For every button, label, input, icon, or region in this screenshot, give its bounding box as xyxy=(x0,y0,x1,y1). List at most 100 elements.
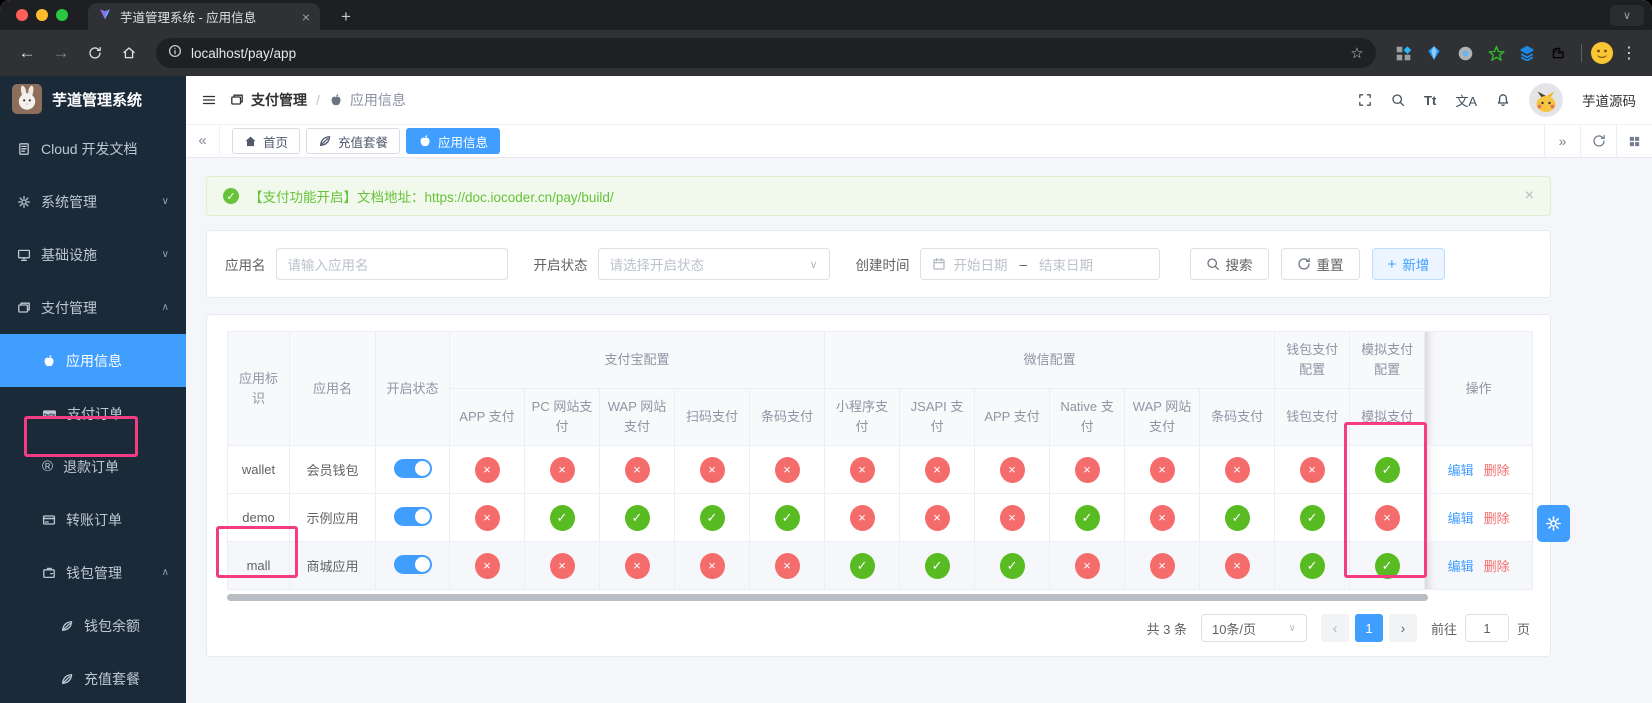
scrollbar-thumb[interactable] xyxy=(227,594,1428,601)
browser-menu-icon[interactable]: ⋮ xyxy=(1618,43,1640,63)
cell-pay-status: × xyxy=(975,446,1050,494)
sidebar-item-refund-order[interactable]: ®退款订单 xyxy=(0,440,186,493)
enabled-toggle[interactable] xyxy=(394,555,432,574)
back-icon[interactable]: ← xyxy=(12,38,42,68)
extension-grid-icon[interactable] xyxy=(1394,44,1412,62)
horizontal-scrollbar[interactable] xyxy=(227,593,1532,602)
extension-layers-icon[interactable] xyxy=(1518,44,1536,62)
status-enabled-icon: ✓ xyxy=(550,505,575,531)
zoom-window-button[interactable] xyxy=(56,9,68,21)
edit-link[interactable]: 编辑 xyxy=(1448,511,1474,526)
cell-pay-status: × xyxy=(600,446,675,494)
sidebar-item-wallet-mgmt[interactable]: 钱包管理∧ xyxy=(0,546,186,599)
sidebar-item-label: 充值套餐 xyxy=(84,669,140,689)
url-text[interactable]: localhost/pay/app xyxy=(191,46,1335,61)
tag-app-info[interactable]: 应用信息 xyxy=(406,128,500,154)
delete-link[interactable]: 删除 xyxy=(1484,559,1510,574)
bookmark-star-icon[interactable]: ☆ xyxy=(1344,44,1370,62)
extension-balloon-icon[interactable] xyxy=(1425,44,1443,62)
address-bar[interactable]: localhost/pay/app ☆ xyxy=(156,38,1376,68)
site-info-icon[interactable] xyxy=(168,44,182,63)
tag-home[interactable]: 首页 xyxy=(232,128,300,154)
close-window-button[interactable] xyxy=(16,9,28,21)
status-select[interactable]: 请选择开启状态 ∨ xyxy=(598,248,830,280)
translate-icon[interactable]: 文A xyxy=(1455,91,1477,110)
tab-search-button[interactable]: ∨ xyxy=(1610,5,1644,26)
tag-recharge-package[interactable]: 充值套餐 xyxy=(306,128,400,154)
app-name-input[interactable]: 请输入应用名 xyxy=(276,248,508,280)
browser-tab[interactable]: 芋道管理系统 - 应用信息 × xyxy=(88,3,320,30)
user-avatar[interactable] xyxy=(1529,83,1563,117)
sidebar-item-label: 钱包管理 xyxy=(66,563,122,583)
delete-link[interactable]: 删除 xyxy=(1484,511,1510,526)
refresh-icon xyxy=(1297,257,1311,271)
page-buttons: ‹ 1 › xyxy=(1321,614,1417,642)
enabled-toggle[interactable] xyxy=(394,507,432,526)
cell-pay-status: ✓ xyxy=(1275,494,1350,542)
search-icon[interactable] xyxy=(1391,93,1405,107)
minimize-window-button[interactable] xyxy=(36,9,48,21)
leaf-icon xyxy=(318,134,332,148)
extension-star-icon[interactable] xyxy=(1487,44,1505,62)
delete-link[interactable]: 删除 xyxy=(1484,463,1510,478)
settings-gear-fab[interactable] xyxy=(1537,505,1570,542)
prev-page-button[interactable]: ‹ xyxy=(1321,614,1349,642)
sidebar-item-app-info[interactable]: 应用信息 xyxy=(0,334,186,387)
user-name[interactable]: 芋道源码 xyxy=(1582,90,1636,110)
refresh-page-icon[interactable] xyxy=(1580,125,1616,158)
close-tab-icon[interactable]: × xyxy=(302,9,310,25)
layout-grid-icon[interactable] xyxy=(1616,125,1652,158)
col-header-app-id: 应用标识 xyxy=(228,332,290,446)
goto-page: 前往 1 页 xyxy=(1431,614,1530,642)
main-area: 支付管理 / 应用信息 Tt 文A 芋道源码 « 首页充值套 xyxy=(186,76,1652,703)
macos-traffic-lights[interactable] xyxy=(16,9,68,21)
add-button-label: 新增 xyxy=(1402,254,1429,274)
app-shell: 芋道管理系统 Cloud 开发文档系统管理∨基础设施∨支付管理∧应用信息PayP… xyxy=(0,76,1652,703)
current-page-button[interactable]: 1 xyxy=(1355,614,1383,642)
cell-pay-status: × xyxy=(600,542,675,590)
next-page-button[interactable]: › xyxy=(1389,614,1417,642)
calendar-icon xyxy=(932,257,946,271)
page-size-select[interactable]: 10条/页 ∨ xyxy=(1201,614,1307,642)
font-size-icon[interactable]: Tt xyxy=(1424,93,1436,108)
col-subheader-0-4: 条码支付 xyxy=(750,389,825,446)
sidebar-item-system-mgmt[interactable]: 系统管理∨ xyxy=(0,175,186,228)
forward-icon[interactable]: → xyxy=(46,38,76,68)
home-icon[interactable] xyxy=(114,38,144,68)
search-button[interactable]: 搜索 xyxy=(1190,248,1269,280)
alert-close-icon[interactable]: × xyxy=(1525,187,1534,205)
cell-pay-status: ✓ xyxy=(750,494,825,542)
sidebar-item-infrastructure[interactable]: 基础设施∨ xyxy=(0,228,186,281)
browser-profile-avatar[interactable] xyxy=(1590,41,1614,65)
sidebar-item-recharge-package[interactable]: 充值套餐 xyxy=(0,652,186,703)
sidebar-item-payment-mgmt[interactable]: 支付管理∧ xyxy=(0,281,186,334)
breadcrumb-item[interactable]: 支付管理 xyxy=(251,90,307,110)
notification-bell-icon[interactable] xyxy=(1496,93,1510,107)
chevron-down-icon: ∨ xyxy=(1289,623,1296,634)
reload-icon[interactable] xyxy=(80,38,110,68)
add-button[interactable]: + 新增 xyxy=(1372,248,1446,280)
hamburger-menu-icon[interactable] xyxy=(202,93,216,107)
leaf-icon xyxy=(60,672,74,686)
extensions-puzzle-icon[interactable] xyxy=(1549,44,1567,62)
goto-page-input[interactable]: 1 xyxy=(1465,614,1509,642)
monitor-icon xyxy=(17,248,31,262)
sidebar-logo[interactable]: 芋道管理系统 xyxy=(0,76,186,122)
date-range-input[interactable]: 开始日期 – 结束日期 xyxy=(920,248,1160,280)
enabled-toggle[interactable] xyxy=(394,459,432,478)
reset-button[interactable]: 重置 xyxy=(1281,248,1360,280)
fullscreen-icon[interactable] xyxy=(1358,93,1372,107)
sidebar-item-wallet-balance[interactable]: 钱包余额 xyxy=(0,599,186,652)
tags-collapse-left-icon[interactable]: « xyxy=(186,124,220,158)
edit-link[interactable]: 编辑 xyxy=(1448,463,1474,478)
extension-circle-icon[interactable] xyxy=(1456,44,1474,62)
new-tab-button[interactable]: + xyxy=(334,7,358,27)
sidebar-item-transfer-order[interactable]: 转账订单 xyxy=(0,493,186,546)
apple-icon xyxy=(329,93,343,107)
date-separator: – xyxy=(1020,257,1028,272)
edit-link[interactable]: 编辑 xyxy=(1448,559,1474,574)
screenshot-root: 芋道管理系统 - 应用信息 × + ∨ ← → localhost/pay/ap… xyxy=(0,0,1652,703)
sidebar-item-cloud-docs[interactable]: Cloud 开发文档 xyxy=(0,122,186,175)
sidebar-item-pay-order[interactable]: PayPal支付订单 xyxy=(0,387,186,440)
tags-collapse-right-icon[interactable]: » xyxy=(1544,125,1580,158)
